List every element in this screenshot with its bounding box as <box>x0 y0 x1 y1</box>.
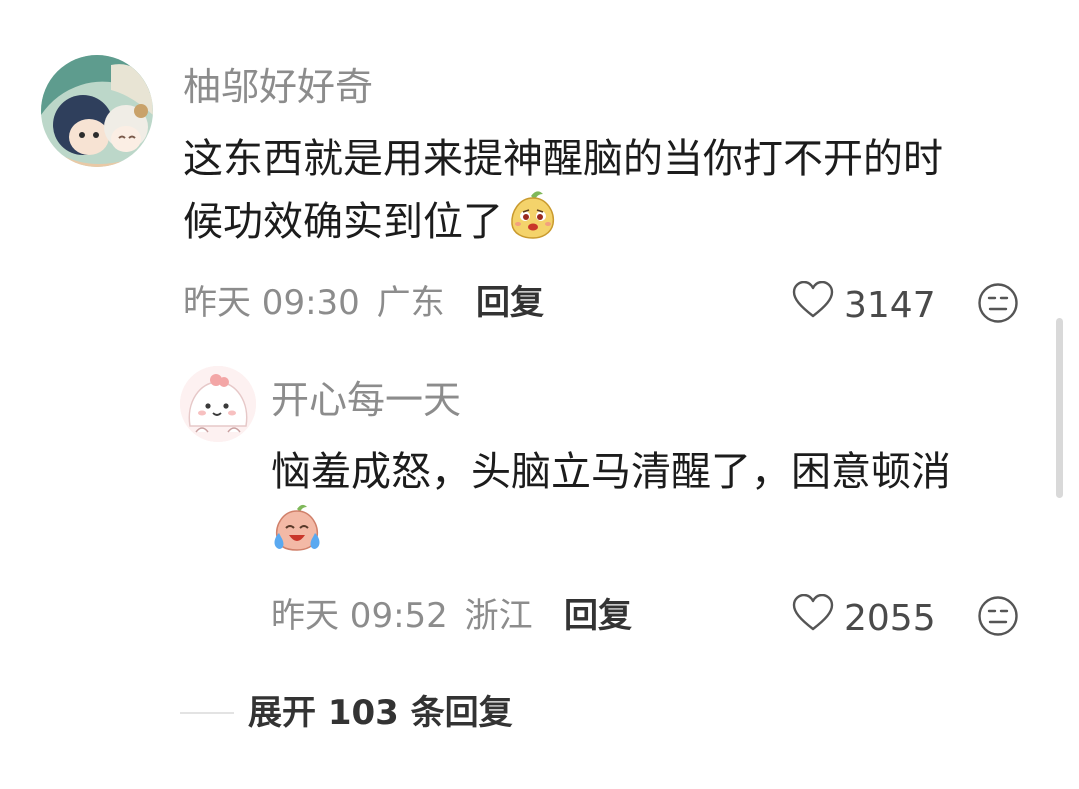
like-button[interactable]: 3147 <box>792 280 936 330</box>
reply-button[interactable]: 回复 <box>476 281 544 325</box>
reply-text-line: 恼羞成怒，头脑立马清醒了，困意顿消 <box>271 449 951 495</box>
timestamp: 昨天 09:30 <box>183 283 360 323</box>
neutral-face-icon <box>977 283 1019 328</box>
reply-text: 恼羞成怒，头脑立马清醒了，困意顿消 <box>271 441 951 571</box>
comment-meta: 昨天 09:30 广东 <box>183 281 445 325</box>
avatar[interactable] <box>41 55 153 167</box>
location: 广东 <box>376 283 445 323</box>
comment-text-line: 这东西就是用来提神醒脑的当你打不开的时 <box>183 136 943 182</box>
username[interactable]: 开心每一天 <box>271 377 461 423</box>
smirk-face-emoji <box>509 190 557 258</box>
username[interactable]: 柚邬好好奇 <box>183 64 373 110</box>
comment-text: 这东西就是用来提神醒脑的当你打不开的时 候功效确实到位了 <box>183 128 943 258</box>
location: 浙江 <box>464 596 533 636</box>
heart-icon <box>792 593 834 643</box>
scrollbar[interactable] <box>1056 318 1063 498</box>
reply-meta: 昨天 09:52 浙江 <box>271 594 533 638</box>
reply-button[interactable]: 回复 <box>564 594 632 638</box>
like-count: 2055 <box>844 597 936 639</box>
expand-replies-button[interactable]: 展开 103 条回复 <box>180 691 513 735</box>
reply-text-line-2 <box>271 503 951 571</box>
avatar[interactable] <box>180 366 256 442</box>
dislike-button[interactable] <box>977 595 1019 641</box>
divider <box>180 712 234 714</box>
heart-icon <box>792 280 834 330</box>
comment-text-line: 候功效确实到位了 <box>183 199 503 245</box>
laughing-crying-emoji <box>271 503 323 571</box>
expand-replies-label: 展开 103 条回复 <box>248 693 513 733</box>
like-count: 3147 <box>844 284 936 326</box>
neutral-face-icon <box>977 596 1019 641</box>
like-button[interactable]: 2055 <box>792 593 936 643</box>
timestamp: 昨天 09:52 <box>271 596 448 636</box>
comment-text-line-2: 候功效确实到位了 <box>183 190 943 258</box>
dislike-button[interactable] <box>977 282 1019 328</box>
